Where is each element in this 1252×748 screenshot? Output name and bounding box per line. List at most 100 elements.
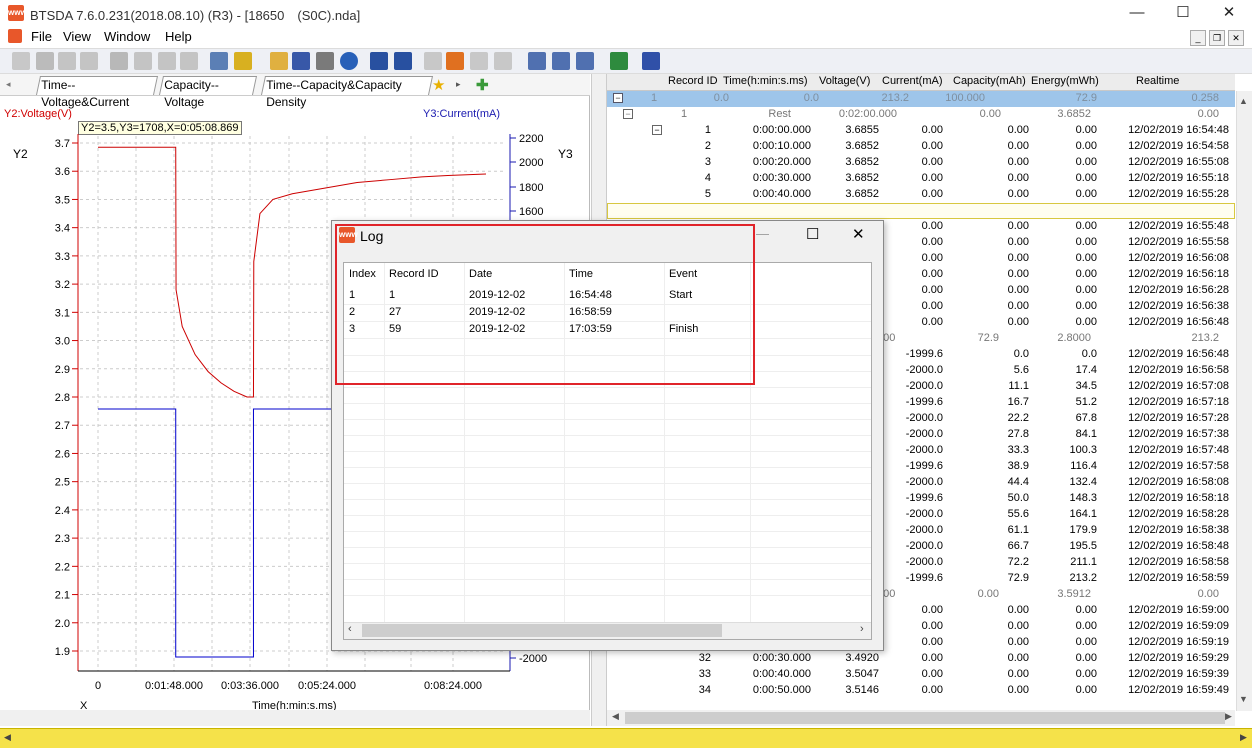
cell-current: -1999.6 <box>905 396 943 408</box>
col-capacity[interactable]: Capacity(mAh) <box>953 75 1026 87</box>
log-scroll-left-icon[interactable]: ‹ <box>348 623 352 635</box>
excel-icon[interactable] <box>610 52 628 70</box>
table-row[interactable]: 3 0:00:20.000 3.6852 0.00 0.00 0.00 12/02/2019… <box>607 155 1235 171</box>
tab-time-capacity[interactable]: Time--Capacity&Capacity Density <box>260 76 434 109</box>
log-minimize-button[interactable]: — <box>756 226 769 241</box>
cell-energy: 0.00 <box>1075 236 1097 248</box>
save-icon[interactable] <box>292 52 310 70</box>
arrow-right-icon[interactable] <box>394 52 412 70</box>
cell-capacity: 0.00 <box>1007 668 1029 680</box>
table-row[interactable]: 2 0:00:10.000 3.6852 0.00 0.00 0.00 12/02/2019… <box>607 139 1235 155</box>
menu-window[interactable]: Window <box>104 29 150 44</box>
cell-energy: 0.00 <box>1075 636 1097 648</box>
cell-current: 0.00 <box>921 620 943 632</box>
mdi-close-icon[interactable]: ✕ <box>1228 30 1244 46</box>
log-scroll-right-icon[interactable]: › <box>860 623 864 635</box>
scroll-up-icon[interactable]: ▲ <box>1239 96 1248 106</box>
grid-hscroll-thumb[interactable] <box>625 712 1225 724</box>
grid-vertical-scrollbar[interactable] <box>1236 91 1252 711</box>
pointer-icon[interactable] <box>36 52 54 70</box>
star-icon[interactable]: ★ <box>432 76 445 94</box>
add-tab-icon[interactable]: ✚ <box>476 76 489 94</box>
cell-energy: 51.2 <box>1075 396 1097 408</box>
scroll-down-icon[interactable]: ▼ <box>1239 694 1248 704</box>
convert-icon[interactable] <box>642 52 660 70</box>
table-row[interactable]: 1 0:00:00.000 3.6855 0.00 0.00 0.00 12/02/2019… <box>607 123 1235 139</box>
status-right-arrow-icon[interactable]: ▶ <box>1240 732 1247 743</box>
cell-current: 0.00 <box>921 316 943 328</box>
log-maximize-button[interactable]: ☐ <box>806 225 819 243</box>
cell-energy: 211.1 <box>1070 556 1097 568</box>
cell-realtime: 12/02/2019 16:59:39 <box>1128 668 1229 680</box>
collapse-icon[interactable]: − <box>613 93 623 103</box>
undo-icon[interactable] <box>158 52 176 70</box>
log-close-button[interactable]: ✕ <box>852 225 865 243</box>
tab-scroll-left-icon[interactable]: ◂ <box>6 79 11 90</box>
open-folder-icon[interactable] <box>270 52 288 70</box>
cell-energy: 0.00 <box>1075 140 1097 152</box>
cell-realtime: 12/02/2019 16:55:28 <box>1128 188 1229 200</box>
x-ticks: 0 0:01:48.000 0:03:36.000 0:05:24.000 0:08:2… <box>95 680 482 692</box>
marker-icon[interactable] <box>446 52 464 70</box>
reset-icon[interactable] <box>110 52 128 70</box>
table-row[interactable]: 4 0:00:30.000 3.6852 0.00 0.00 0.00 12/02/2019… <box>607 171 1235 187</box>
y3-tick-label: -2000 <box>519 653 547 665</box>
table-view-icon[interactable] <box>552 52 570 70</box>
tab-capacity-voltage[interactable]: Capacity--Voltage <box>158 76 258 109</box>
col-current[interactable]: Current(mA) <box>882 75 943 87</box>
hand-icon[interactable] <box>12 52 30 70</box>
cycle-row[interactable]: − 1 0.0 0.0 213.2 100.000 72.9 0.258 <box>607 91 1235 107</box>
sheet-icon[interactable] <box>494 52 512 70</box>
menu-file[interactable]: File <box>31 29 52 44</box>
scroll-left-icon[interactable]: ◀ <box>612 711 619 722</box>
cell-energy: 67.8 <box>1075 412 1097 424</box>
col-time[interactable]: Time(h:min:s.ms) <box>723 75 808 87</box>
tab-scroll-right-icon[interactable]: ▸ <box>456 79 461 90</box>
line-tool-icon[interactable] <box>210 52 228 70</box>
table-row[interactable]: 32 0:00:30.000 3.4920 0.00 0.00 0.00 12/02/201… <box>607 651 1235 667</box>
step-row[interactable]: − 1 Rest 0:02:00.000 0.00 3.6852 0.00 <box>607 107 1235 123</box>
cell-time: 0:00:20.000 <box>752 156 811 168</box>
x-tick-label: 0 <box>95 680 101 692</box>
redo-icon[interactable] <box>180 52 198 70</box>
language-icon[interactable] <box>424 52 442 70</box>
doc-icon[interactable] <box>8 29 22 43</box>
cell-realtime: 12/02/2019 16:55:58 <box>1128 236 1229 248</box>
log-hscroll-thumb[interactable] <box>362 624 722 637</box>
mdi-minimize-icon[interactable]: _ <box>1190 30 1206 46</box>
col-realtime[interactable]: Realtime <box>1136 75 1179 87</box>
arrow-left-icon[interactable] <box>370 52 388 70</box>
col-record-id[interactable]: Record ID <box>668 75 718 87</box>
table-tree-icon[interactable] <box>576 52 594 70</box>
menu-view[interactable]: View <box>63 29 91 44</box>
cell-current: -2000.0 <box>905 524 943 536</box>
print-icon[interactable] <box>316 52 334 70</box>
table-row[interactable]: 34 0:00:50.000 3.5146 0.00 0.00 0.00 12/02/201… <box>607 683 1235 699</box>
col-voltage[interactable]: Voltage(V) <box>819 75 870 87</box>
maximize-button[interactable]: ☐ <box>1160 0 1206 26</box>
collapse-icon[interactable]: − <box>623 109 633 119</box>
zoom-icon[interactable] <box>80 52 98 70</box>
cell-realtime: 12/02/2019 16:57:18 <box>1128 396 1229 408</box>
cell-realtime: 12/02/2019 16:58:58 <box>1128 556 1229 568</box>
cell-record-id: 34 <box>698 684 711 696</box>
table-row[interactable]: 33 0:00:40.000 3.5047 0.00 0.00 0.00 12/02/201… <box>607 667 1235 683</box>
col-energy[interactable]: Energy(mWh) <box>1031 75 1099 87</box>
grid-icon[interactable] <box>470 52 488 70</box>
menu-help[interactable]: Help <box>165 29 192 44</box>
status-left-arrow-icon[interactable]: ◀ <box>4 732 11 743</box>
close-button[interactable]: ✕ <box>1206 0 1252 26</box>
minimize-button[interactable]: — <box>1114 0 1160 26</box>
chart-scrollbar[interactable] <box>0 710 590 726</box>
table-row[interactable]: 5 0:00:40.000 3.6852 0.00 0.00 0.00 12/02/2019… <box>607 187 1235 203</box>
zoom-area-icon[interactable] <box>58 52 76 70</box>
table-icon[interactable] <box>528 52 546 70</box>
filter-icon[interactable] <box>234 52 252 70</box>
cell-capacity: 33.3 <box>1007 444 1029 456</box>
scroll-right-icon[interactable]: ▶ <box>1225 711 1232 722</box>
mdi-restore-icon[interactable]: ❐ <box>1209 30 1225 46</box>
y2-tick-label: 2.7 <box>55 420 70 432</box>
view-icon[interactable] <box>134 52 152 70</box>
help-icon[interactable] <box>340 52 358 70</box>
tab-time-voltage-current[interactable]: Time--Voltage&Current <box>35 76 159 109</box>
